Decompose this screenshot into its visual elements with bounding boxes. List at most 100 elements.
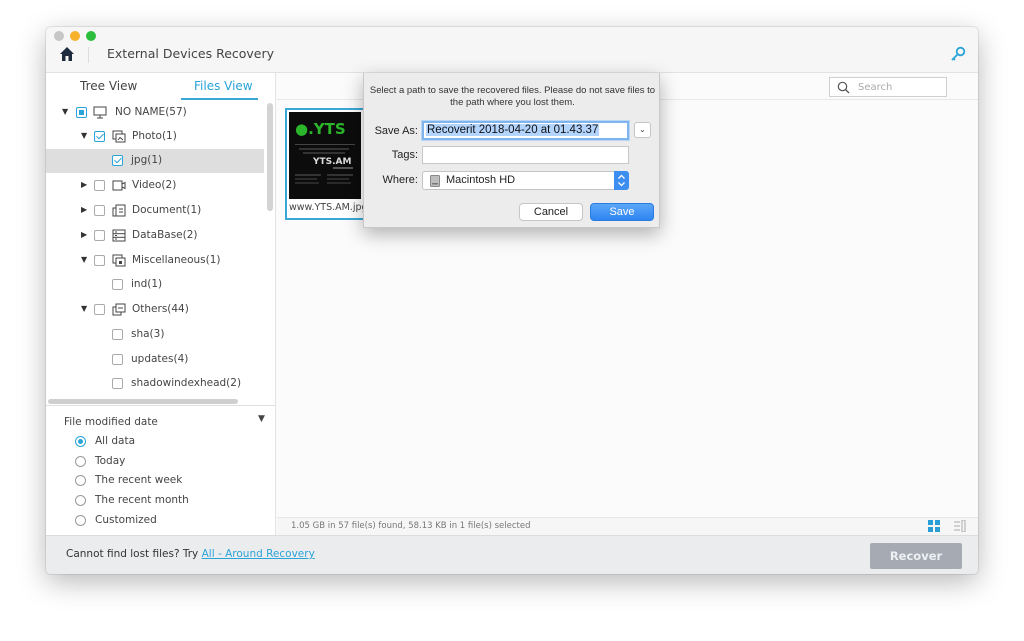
save-dialog: Select a path to save the recovered file… bbox=[363, 73, 660, 228]
status-text: 1.05 GB in 57 file(s) found, 58.13 KB in… bbox=[291, 521, 531, 531]
dialog-message: Select a path to save the recovered file… bbox=[369, 85, 656, 108]
footer-prompt: Cannot find lost files? Try All - Around… bbox=[66, 548, 315, 560]
home-icon[interactable] bbox=[59, 46, 75, 62]
chevron-down-icon[interactable]: ▼ bbox=[81, 256, 89, 264]
title-bar: External Devices Recovery bbox=[46, 27, 978, 73]
chevron-right-icon[interactable]: ▶ bbox=[81, 206, 89, 214]
tree-checkbox[interactable] bbox=[112, 279, 123, 290]
up-down-arrows-icon bbox=[618, 174, 625, 187]
tree-row-miscellaneous[interactable]: ▼ Miscellaneous(1) bbox=[46, 249, 264, 273]
database-icon bbox=[112, 229, 126, 242]
radio-label: The recent month bbox=[95, 494, 189, 506]
window-title: External Devices Recovery bbox=[107, 46, 275, 61]
tree-checkbox[interactable] bbox=[112, 155, 123, 166]
photo-icon bbox=[112, 130, 126, 143]
radio-button[interactable] bbox=[75, 456, 86, 467]
recover-button[interactable]: Recover bbox=[870, 543, 962, 569]
chevron-right-icon[interactable]: ▶ bbox=[81, 181, 89, 189]
svg-text:YTS.AM: YTS.AM bbox=[312, 157, 352, 167]
tab-files-view[interactable]: Files View bbox=[194, 79, 253, 93]
tree-row-document[interactable]: ▶ Document(1) bbox=[46, 199, 264, 223]
tree-row-photo[interactable]: ▼ Photo(1) bbox=[46, 125, 264, 149]
tree-horizontal-scrollbar[interactable] bbox=[48, 399, 238, 404]
tree-checkbox[interactable] bbox=[94, 180, 105, 191]
tree-row-sha[interactable]: sha(3) bbox=[46, 323, 264, 347]
file-thumbnail[interactable]: ●.YTS YTS.AM www.YTS.AM.jpg bbox=[285, 108, 368, 220]
radio-button[interactable] bbox=[75, 515, 86, 526]
tree-label: Document(1) bbox=[132, 204, 202, 216]
hard-drive-icon bbox=[430, 175, 440, 187]
tree-row-database[interactable]: ▶ DataBase(2) bbox=[46, 224, 264, 248]
chevron-down-icon: ⌄ bbox=[639, 125, 646, 134]
chevron-down-icon[interactable]: ▼ bbox=[258, 414, 265, 424]
svg-text:●.YTS: ●.YTS bbox=[295, 120, 346, 138]
file-tree: ▼ NO NAME(57) ▼ Photo(1) jpg(1) ▶ Video(… bbox=[46, 101, 276, 401]
tree-row-ind[interactable]: ind(1) bbox=[46, 273, 264, 297]
tree-checkbox[interactable] bbox=[94, 230, 105, 241]
search-icon bbox=[837, 81, 850, 94]
tree-checkbox[interactable] bbox=[94, 131, 105, 142]
tree-checkbox[interactable] bbox=[94, 255, 105, 266]
tree-row-others[interactable]: ▼ Others(44) bbox=[46, 298, 264, 322]
save-as-value: Recoverit 2018-04-20 at 01.43.37 bbox=[426, 124, 600, 136]
tags-field[interactable] bbox=[422, 146, 629, 164]
close-window-button[interactable] bbox=[54, 31, 64, 41]
key-icon[interactable] bbox=[950, 46, 966, 62]
tree-label: Photo(1) bbox=[132, 130, 177, 142]
tree-row-video[interactable]: ▶ Video(2) bbox=[46, 174, 264, 198]
select-stepper[interactable] bbox=[614, 171, 629, 190]
radio-label: Today bbox=[95, 455, 126, 467]
radio-button[interactable] bbox=[75, 436, 86, 447]
status-bar: 1.05 GB in 57 file(s) found, 58.13 KB in… bbox=[277, 517, 978, 535]
left-panel: Tree View Files View ▼ NO NAME(57) ▼ Pho… bbox=[46, 73, 276, 535]
others-icon bbox=[112, 303, 126, 316]
tree-checkbox[interactable] bbox=[112, 378, 123, 389]
tree-label: shadowindexhead(2) bbox=[131, 377, 242, 389]
all-around-recovery-link[interactable]: All - Around Recovery bbox=[202, 548, 315, 560]
document-icon bbox=[112, 204, 126, 217]
tab-tree-view[interactable]: Tree View bbox=[80, 79, 137, 93]
tree-label: jpg(1) bbox=[131, 154, 163, 166]
maximize-window-button[interactable] bbox=[86, 31, 96, 41]
footer-bar: Cannot find lost files? Try All - Around… bbox=[46, 535, 978, 574]
tags-label: Tags: bbox=[391, 149, 418, 161]
search-input[interactable] bbox=[858, 79, 944, 95]
search-box[interactable] bbox=[829, 77, 947, 97]
tree-label: ind(1) bbox=[131, 278, 163, 290]
where-label: Where: bbox=[382, 174, 418, 186]
list-view-icon[interactable] bbox=[954, 520, 966, 532]
tree-label: DataBase(2) bbox=[132, 229, 198, 241]
video-icon bbox=[112, 180, 126, 191]
tree-checkbox[interactable] bbox=[94, 205, 105, 216]
expand-dialog-button[interactable]: ⌄ bbox=[634, 122, 651, 138]
tree-row-updates[interactable]: updates(4) bbox=[46, 348, 264, 372]
radio-button[interactable] bbox=[75, 495, 86, 506]
tree-checkbox[interactable] bbox=[112, 329, 123, 340]
tree-label: sha(3) bbox=[131, 328, 165, 340]
chevron-down-icon[interactable]: ▼ bbox=[62, 108, 70, 116]
chevron-down-icon[interactable]: ▼ bbox=[81, 305, 89, 313]
tree-label: Others(44) bbox=[132, 303, 189, 315]
tree-checkbox[interactable] bbox=[112, 354, 123, 365]
chevron-down-icon[interactable]: ▼ bbox=[81, 132, 89, 140]
radio-label: Customized bbox=[95, 514, 157, 526]
grid-view-icon[interactable] bbox=[928, 520, 940, 532]
save-as-field[interactable]: Recoverit 2018-04-20 at 01.43.37 bbox=[422, 121, 629, 140]
save-button[interactable]: Save bbox=[590, 203, 654, 221]
cancel-button[interactable]: Cancel bbox=[519, 203, 583, 221]
radio-button[interactable] bbox=[75, 475, 86, 486]
tree-row-shadowindexhead[interactable]: shadowindexhead(2) bbox=[46, 372, 264, 396]
save-as-label: Save As: bbox=[374, 125, 418, 137]
where-select[interactable]: Macintosh HD bbox=[422, 171, 629, 190]
radio-label: The recent week bbox=[95, 474, 183, 486]
title-divider bbox=[88, 47, 89, 63]
tree-row-jpg[interactable]: jpg(1) bbox=[46, 149, 264, 173]
tree-row-no-name[interactable]: ▼ NO NAME(57) bbox=[46, 101, 264, 125]
chevron-right-icon[interactable]: ▶ bbox=[81, 231, 89, 239]
view-tabs: Tree View Files View bbox=[46, 73, 276, 101]
minimize-window-button[interactable] bbox=[70, 31, 80, 41]
tree-checkbox[interactable] bbox=[94, 304, 105, 315]
tree-checkbox[interactable] bbox=[76, 107, 87, 118]
file-name: www.YTS.AM.jpg bbox=[289, 202, 368, 213]
tree-vertical-scrollbar[interactable] bbox=[267, 103, 273, 211]
